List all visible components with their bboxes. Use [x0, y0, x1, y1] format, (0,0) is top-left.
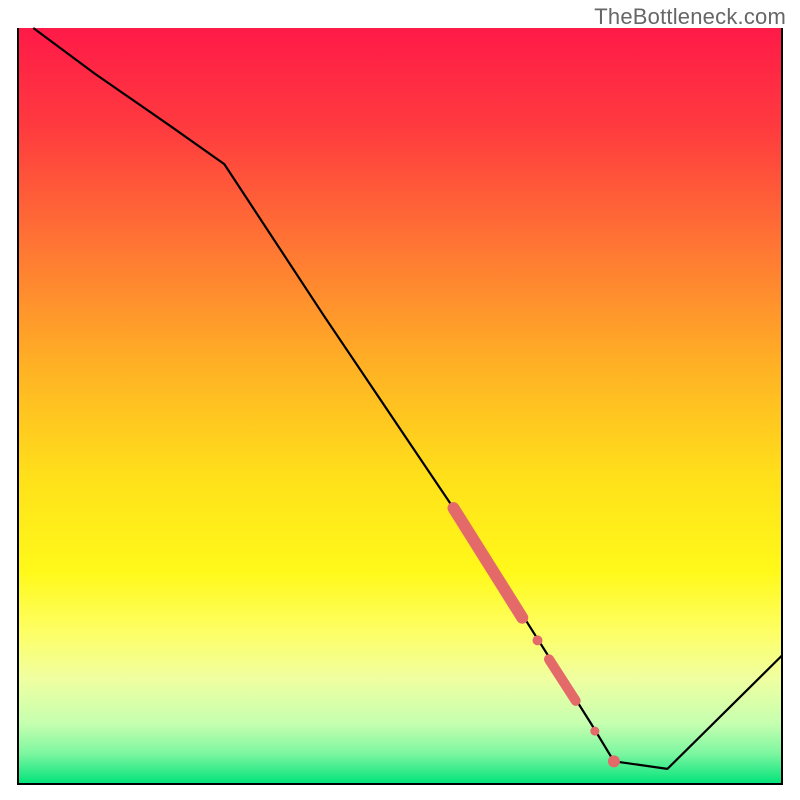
chart-svg — [0, 0, 800, 800]
highlight-dot — [533, 635, 543, 645]
highlight-dot — [590, 727, 599, 736]
highlight-dot — [608, 755, 620, 767]
chart-root: TheBottleneck.com — [0, 0, 800, 800]
chart-background — [18, 28, 782, 784]
